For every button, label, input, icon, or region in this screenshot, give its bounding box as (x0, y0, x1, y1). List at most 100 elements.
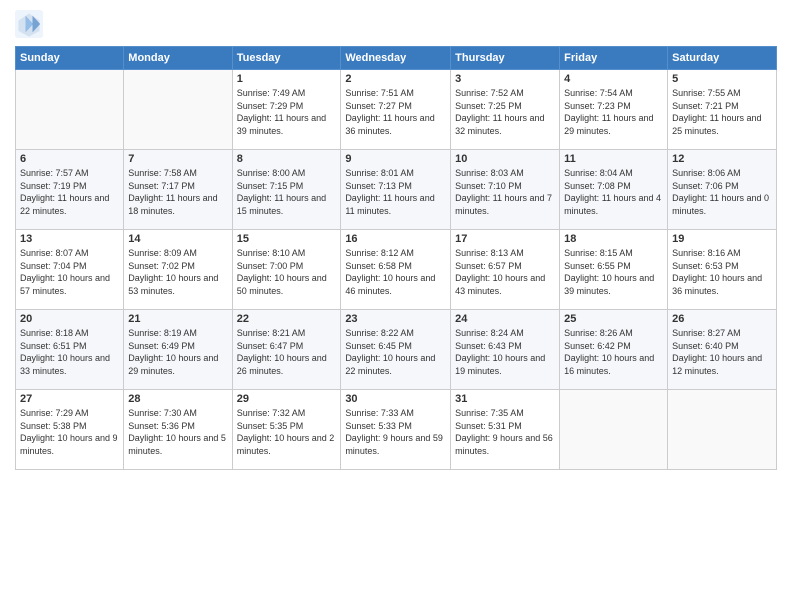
week-row-3: 20 Sunrise: 8:18 AMSunset: 6:51 PMDayligh… (16, 310, 777, 390)
logo-icon (15, 10, 43, 38)
calendar-cell: 4 Sunrise: 7:54 AMSunset: 7:23 PMDaylight… (560, 70, 668, 150)
day-info: Sunrise: 7:35 AMSunset: 5:31 PMDaylight:… (455, 407, 555, 457)
calendar-cell: 10 Sunrise: 8:03 AMSunset: 7:10 PMDayligh… (451, 150, 560, 230)
day-number: 14 (128, 233, 227, 245)
day-number: 25 (564, 313, 663, 325)
day-info: Sunrise: 8:03 AMSunset: 7:10 PMDaylight:… (455, 167, 555, 217)
header (15, 10, 777, 38)
logo (15, 10, 47, 38)
calendar-cell: 31 Sunrise: 7:35 AMSunset: 5:31 PMDayligh… (451, 390, 560, 470)
day-number: 29 (237, 393, 337, 405)
day-info: Sunrise: 7:58 AMSunset: 7:17 PMDaylight:… (128, 167, 227, 217)
calendar-cell: 20 Sunrise: 8:18 AMSunset: 6:51 PMDayligh… (16, 310, 124, 390)
day-number: 10 (455, 153, 555, 165)
calendar-cell: 21 Sunrise: 8:19 AMSunset: 6:49 PMDayligh… (124, 310, 232, 390)
day-number: 12 (672, 153, 772, 165)
day-info: Sunrise: 7:51 AMSunset: 7:27 PMDaylight:… (345, 87, 446, 137)
calendar-cell: 8 Sunrise: 8:00 AMSunset: 7:15 PMDaylight… (232, 150, 341, 230)
week-row-0: 1 Sunrise: 7:49 AMSunset: 7:29 PMDaylight… (16, 70, 777, 150)
day-number: 15 (237, 233, 337, 245)
day-number: 30 (345, 393, 446, 405)
calendar-cell: 24Sunrise: 8:24 AMSunset: 6:43 PMDayligh… (451, 310, 560, 390)
day-number: 2 (345, 73, 446, 85)
weekday-header-row: SundayMondayTuesdayWednesdayThursdayFrid… (16, 47, 777, 70)
day-number: 20 (20, 313, 119, 325)
day-info: Sunrise: 8:13 AMSunset: 6:57 PMDaylight:… (455, 247, 555, 297)
day-info: Sunrise: 8:24 AMSunset: 6:43 PMDaylight:… (455, 327, 555, 377)
day-info: Sunrise: 7:29 AMSunset: 5:38 PMDaylight:… (20, 407, 119, 457)
day-info: Sunrise: 8:16 AMSunset: 6:53 PMDaylight:… (672, 247, 772, 297)
calendar-cell: 12 Sunrise: 8:06 AMSunset: 7:06 PMDayligh… (668, 150, 777, 230)
day-number: 23 (345, 313, 446, 325)
calendar-cell: 22 Sunrise: 8:21 AMSunset: 6:47 PMDayligh… (232, 310, 341, 390)
calendar-cell (668, 390, 777, 470)
calendar-cell: 3 Sunrise: 7:52 AMSunset: 7:25 PMDaylight… (451, 70, 560, 150)
day-info: Sunrise: 7:52 AMSunset: 7:25 PMDaylight:… (455, 87, 555, 137)
day-info: Sunrise: 8:26 AMSunset: 6:42 PMDaylight:… (564, 327, 663, 377)
week-row-2: 13 Sunrise: 8:07 AMSunset: 7:04 PMDayligh… (16, 230, 777, 310)
day-number: 6 (20, 153, 119, 165)
day-number: 27 (20, 393, 119, 405)
day-number: 7 (128, 153, 227, 165)
day-number: 1 (237, 73, 337, 85)
day-number: 4 (564, 73, 663, 85)
calendar-cell: 11Sunrise: 8:04 AMSunset: 7:08 PMDayligh… (560, 150, 668, 230)
day-info: Sunrise: 7:49 AMSunset: 7:29 PMDaylight:… (237, 87, 337, 137)
day-info: Sunrise: 8:00 AMSunset: 7:15 PMDaylight:… (237, 167, 337, 217)
calendar-cell: 23 Sunrise: 8:22 AMSunset: 6:45 PMDayligh… (341, 310, 451, 390)
weekday-header-tuesday: Tuesday (232, 47, 341, 70)
day-info: Sunrise: 8:12 AMSunset: 6:58 PMDaylight:… (345, 247, 446, 297)
calendar-cell: 26 Sunrise: 8:27 AMSunset: 6:40 PMDayligh… (668, 310, 777, 390)
weekday-header-thursday: Thursday (451, 47, 560, 70)
day-info: Sunrise: 8:15 AMSunset: 6:55 PMDaylight:… (564, 247, 663, 297)
day-info: Sunrise: 7:30 AMSunset: 5:36 PMDaylight:… (128, 407, 227, 457)
calendar-cell (16, 70, 124, 150)
day-number: 8 (237, 153, 337, 165)
day-info: Sunrise: 7:33 AMSunset: 5:33 PMDaylight:… (345, 407, 446, 457)
calendar-cell: 14Sunrise: 8:09 AMSunset: 7:02 PMDayligh… (124, 230, 232, 310)
calendar-cell: 15Sunrise: 8:10 AMSunset: 7:00 PMDayligh… (232, 230, 341, 310)
day-info: Sunrise: 8:19 AMSunset: 6:49 PMDaylight:… (128, 327, 227, 377)
day-info: Sunrise: 8:06 AMSunset: 7:06 PMDaylight:… (672, 167, 772, 217)
calendar-cell: 7 Sunrise: 7:58 AMSunset: 7:17 PMDaylight… (124, 150, 232, 230)
calendar-table: SundayMondayTuesdayWednesdayThursdayFrid… (15, 46, 777, 470)
day-number: 18 (564, 233, 663, 245)
day-info: Sunrise: 8:01 AMSunset: 7:13 PMDaylight:… (345, 167, 446, 217)
day-number: 16 (345, 233, 446, 245)
calendar-cell: 1 Sunrise: 7:49 AMSunset: 7:29 PMDaylight… (232, 70, 341, 150)
weekday-header-saturday: Saturday (668, 47, 777, 70)
weekday-header-friday: Friday (560, 47, 668, 70)
week-row-1: 6 Sunrise: 7:57 AMSunset: 7:19 PMDaylight… (16, 150, 777, 230)
day-info: Sunrise: 7:54 AMSunset: 7:23 PMDaylight:… (564, 87, 663, 137)
calendar-cell: 5Sunrise: 7:55 AMSunset: 7:21 PMDaylight… (668, 70, 777, 150)
day-info: Sunrise: 8:18 AMSunset: 6:51 PMDaylight:… (20, 327, 119, 377)
day-info: Sunrise: 8:27 AMSunset: 6:40 PMDaylight:… (672, 327, 772, 377)
calendar-cell: 2 Sunrise: 7:51 AMSunset: 7:27 PMDaylight… (341, 70, 451, 150)
calendar-cell: 17 Sunrise: 8:13 AMSunset: 6:57 PMDayligh… (451, 230, 560, 310)
weekday-header-wednesday: Wednesday (341, 47, 451, 70)
day-number: 13 (20, 233, 119, 245)
day-info: Sunrise: 7:55 AMSunset: 7:21 PMDaylight:… (672, 87, 772, 137)
calendar-cell: 9Sunrise: 8:01 AMSunset: 7:13 PMDaylight… (341, 150, 451, 230)
day-number: 22 (237, 313, 337, 325)
day-number: 17 (455, 233, 555, 245)
day-number: 3 (455, 73, 555, 85)
calendar-cell: 13 Sunrise: 8:07 AMSunset: 7:04 PMDayligh… (16, 230, 124, 310)
calendar-cell: 25 Sunrise: 8:26 AMSunset: 6:42 PMDayligh… (560, 310, 668, 390)
day-number: 31 (455, 393, 555, 405)
calendar-cell: 16 Sunrise: 8:12 AMSunset: 6:58 PMDayligh… (341, 230, 451, 310)
day-number: 26 (672, 313, 772, 325)
calendar-cell (124, 70, 232, 150)
day-info: Sunrise: 7:57 AMSunset: 7:19 PMDaylight:… (20, 167, 119, 217)
day-info: Sunrise: 8:07 AMSunset: 7:04 PMDaylight:… (20, 247, 119, 297)
calendar-cell: 30 Sunrise: 7:33 AMSunset: 5:33 PMDayligh… (341, 390, 451, 470)
day-number: 21 (128, 313, 227, 325)
day-info: Sunrise: 8:22 AMSunset: 6:45 PMDaylight:… (345, 327, 446, 377)
day-info: Sunrise: 8:04 AMSunset: 7:08 PMDaylight:… (564, 167, 663, 217)
week-row-4: 27 Sunrise: 7:29 AMSunset: 5:38 PMDayligh… (16, 390, 777, 470)
calendar-cell: 28Sunrise: 7:30 AMSunset: 5:36 PMDayligh… (124, 390, 232, 470)
day-number: 19 (672, 233, 772, 245)
calendar-cell: 29Sunrise: 7:32 AMSunset: 5:35 PMDayligh… (232, 390, 341, 470)
calendar-cell: 27 Sunrise: 7:29 AMSunset: 5:38 PMDayligh… (16, 390, 124, 470)
day-info: Sunrise: 8:21 AMSunset: 6:47 PMDaylight:… (237, 327, 337, 377)
